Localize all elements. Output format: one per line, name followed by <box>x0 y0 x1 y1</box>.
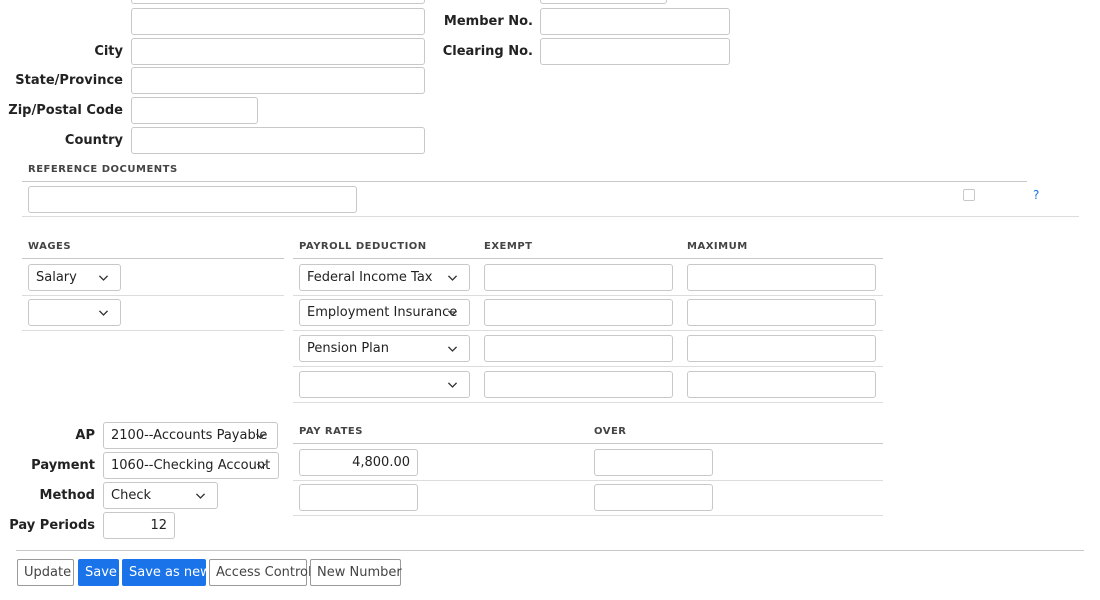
state-province-label: State/Province <box>15 73 123 88</box>
right-partial-input[interactable] <box>540 0 667 4</box>
form-footer-divider <box>16 550 1084 551</box>
city-input[interactable] <box>131 38 425 65</box>
pay-rate-row-divider <box>293 515 883 516</box>
deduction-select-value: Federal Income Tax <box>307 270 433 285</box>
pay-rates-header-divider <box>293 443 883 444</box>
pay-rate-input[interactable]: 4,800.00 <box>299 449 418 476</box>
help-icon[interactable]: ? <box>1033 188 1039 202</box>
over-header: OVER <box>594 426 627 437</box>
wage-row-divider <box>22 330 284 331</box>
reference-document-checkbox[interactable] <box>963 189 975 201</box>
reference-document-input[interactable] <box>28 186 357 213</box>
payment-method-select[interactable]: Check <box>103 482 218 509</box>
wage-select[interactable]: Salary <box>28 264 121 291</box>
payment-label: Payment <box>31 458 95 473</box>
exempt-header: EXEMPT <box>484 241 533 252</box>
payroll-header-divider <box>293 258 883 259</box>
exempt-input[interactable] <box>484 371 673 398</box>
deduction-select[interactable]: Employment Insurance <box>299 299 470 326</box>
member-no-input[interactable] <box>540 8 730 35</box>
maximum-input[interactable] <box>687 264 876 291</box>
ap-label: AP <box>75 428 95 443</box>
over-input[interactable] <box>594 449 713 476</box>
payment-account-select[interactable]: 1060--Checking Account <box>103 452 279 479</box>
deduction-select-value: Employment Insurance <box>307 305 458 320</box>
save-as-new-button[interactable]: Save as new <box>122 559 211 586</box>
reference-documents-bottom-divider <box>22 216 1079 217</box>
access-control-button[interactable]: Access Control <box>209 559 312 586</box>
address2-input[interactable] <box>131 8 425 35</box>
reference-documents-divider <box>22 181 1027 182</box>
deduction-select[interactable]: Pension Plan <box>299 335 470 362</box>
clearing-no-label: Clearing No. <box>442 44 533 59</box>
wage-select[interactable] <box>28 299 121 326</box>
city-label: City <box>94 44 123 59</box>
pay-rates-header: PAY RATES <box>299 426 363 437</box>
chevron-down-icon <box>98 275 109 281</box>
payroll-row-divider <box>293 402 883 403</box>
chevron-down-icon <box>447 382 458 388</box>
exempt-input[interactable] <box>484 335 673 362</box>
address-line-partial-input[interactable] <box>131 0 425 4</box>
wage-select-value: Salary <box>36 270 77 285</box>
exempt-input[interactable] <box>484 299 673 326</box>
pay-rate-input[interactable] <box>299 484 418 511</box>
state-province-input[interactable] <box>131 67 425 94</box>
chevron-down-icon <box>447 275 458 281</box>
reference-documents-header: REFERENCE DOCUMENTS <box>28 164 178 175</box>
payroll-row-divider <box>293 330 883 331</box>
pay-periods-label: Pay Periods <box>9 518 95 533</box>
chevron-down-icon <box>195 493 206 499</box>
country-input[interactable] <box>131 127 425 154</box>
chevron-down-icon <box>255 433 266 439</box>
payroll-deduction-header: PAYROLL DEDUCTION <box>299 241 427 252</box>
wages-header-divider <box>22 258 284 259</box>
zip-postal-code-label: Zip/Postal Code <box>8 103 123 118</box>
chevron-down-icon <box>256 463 267 469</box>
pay-rate-row-divider <box>293 480 883 481</box>
payroll-row-divider <box>293 366 883 367</box>
chevron-down-icon <box>447 310 458 316</box>
payroll-row-divider <box>293 295 883 296</box>
maximum-input[interactable] <box>687 335 876 362</box>
payment-method-value: Check <box>111 488 151 503</box>
maximum-input[interactable] <box>687 299 876 326</box>
deduction-select[interactable]: Federal Income Tax <box>299 264 470 291</box>
deduction-select[interactable] <box>299 371 470 398</box>
pay-periods-input[interactable]: 12 <box>103 512 175 539</box>
country-label: Country <box>64 133 123 148</box>
member-no-label: Member No. <box>443 14 533 29</box>
maximum-header: MAXIMUM <box>687 241 748 252</box>
over-input[interactable] <box>594 484 713 511</box>
clearing-no-input[interactable] <box>540 38 730 65</box>
update-button[interactable]: Update <box>17 559 74 586</box>
payment-account-value: 1060--Checking Account <box>111 458 271 473</box>
wages-header: WAGES <box>28 241 72 252</box>
ap-account-value: 2100--Accounts Payable <box>111 428 268 443</box>
maximum-input[interactable] <box>687 371 876 398</box>
ap-account-select[interactable]: 2100--Accounts Payable <box>103 422 278 449</box>
method-label: Method <box>39 488 95 503</box>
new-number-button[interactable]: New Number <box>310 559 402 586</box>
exempt-input[interactable] <box>484 264 673 291</box>
chevron-down-icon <box>447 346 458 352</box>
chevron-down-icon <box>98 310 109 316</box>
deduction-select-value: Pension Plan <box>307 341 389 356</box>
save-button[interactable]: Save <box>78 559 119 586</box>
zip-postal-code-input[interactable] <box>131 97 258 124</box>
wage-row-divider <box>22 295 284 296</box>
